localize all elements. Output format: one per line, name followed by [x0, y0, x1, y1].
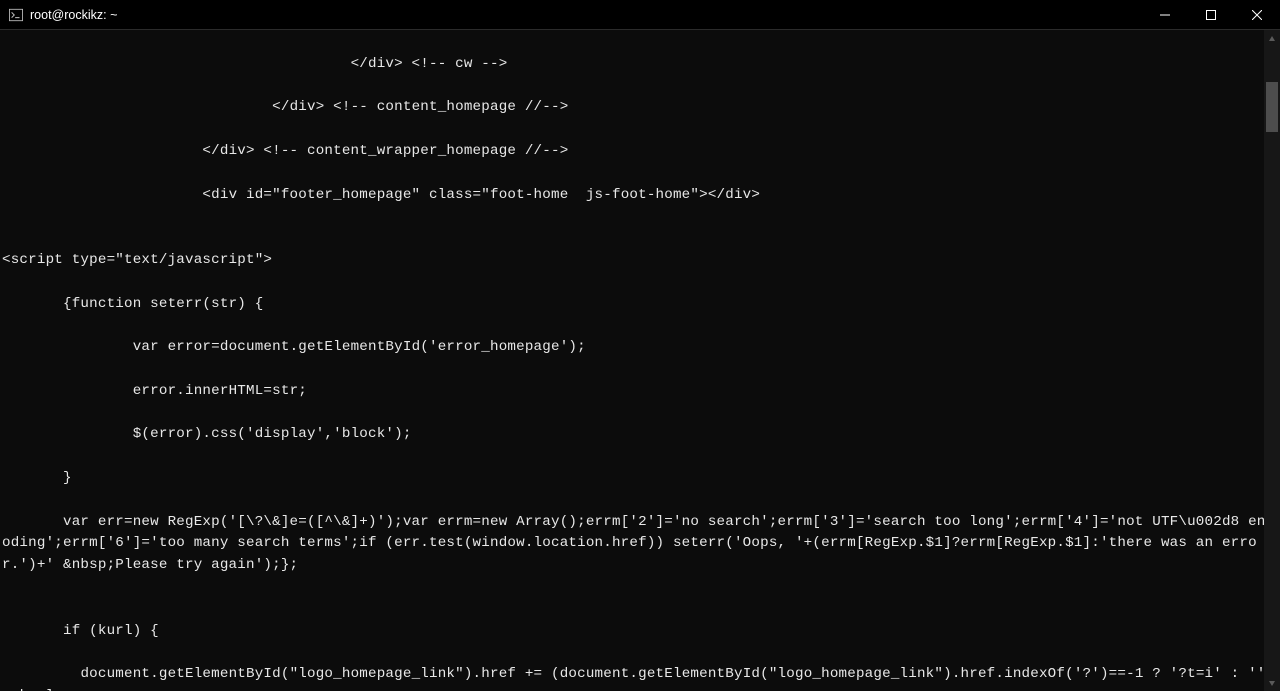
code-line: document.getElementById("logo_homepage_l…: [2, 664, 1278, 691]
window-controls: [1142, 0, 1280, 29]
code-line: <script type="text/javascript">: [2, 250, 1278, 272]
code-line: $(error).css('display','block');: [2, 424, 1278, 446]
code-line: </div> <!-- cw -->: [2, 54, 1278, 76]
code-line: {function seterr(str) {: [2, 294, 1278, 316]
scroll-up-button[interactable]: [1264, 30, 1280, 47]
scroll-down-button[interactable]: [1264, 674, 1280, 691]
window-title: root@rockikz: ~: [30, 8, 117, 22]
code-line: error.innerHTML=str;: [2, 381, 1278, 403]
code-line: var err=new RegExp('[\?\&]e=([^\&]+)');v…: [2, 512, 1278, 577]
close-button[interactable]: [1234, 0, 1280, 29]
code-line: </div> <!-- content_homepage //-->: [2, 97, 1278, 119]
terminal-output: </div> <!-- cw --> </div> <!-- content_h…: [0, 30, 1280, 691]
code-line: <div id="footer_homepage" class="foot-ho…: [2, 185, 1278, 207]
terminal-app-icon: [8, 7, 24, 23]
maximize-button[interactable]: [1188, 0, 1234, 29]
scroll-thumb[interactable]: [1266, 82, 1278, 132]
minimize-button[interactable]: [1142, 0, 1188, 29]
window-titlebar: root@rockikz: ~: [0, 0, 1280, 30]
code-line: var error=document.getElementById('error…: [2, 337, 1278, 359]
code-line: </div> <!-- content_wrapper_homepage //-…: [2, 141, 1278, 163]
code-line: if (kurl) {: [2, 621, 1278, 643]
terminal-area[interactable]: </div> <!-- cw --> </div> <!-- content_h…: [0, 30, 1280, 691]
scroll-track[interactable]: [1264, 47, 1280, 674]
code-line: }: [2, 468, 1278, 490]
vertical-scrollbar[interactable]: [1264, 30, 1280, 691]
title-left: root@rockikz: ~: [0, 7, 117, 23]
